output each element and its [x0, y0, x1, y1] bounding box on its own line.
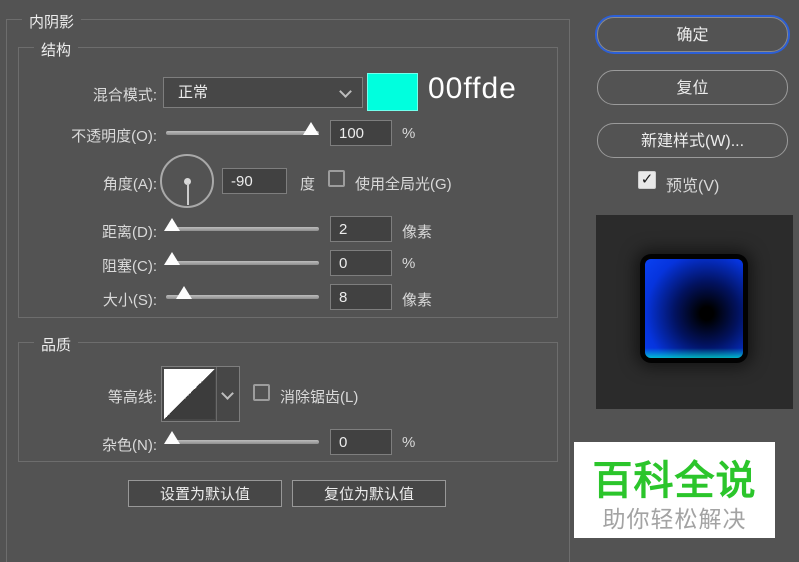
angle-dial[interactable] — [160, 154, 214, 208]
contour-dropdown[interactable] — [216, 367, 240, 421]
opacity-input[interactable] — [330, 120, 392, 146]
use-global-light-checkbox[interactable] — [328, 170, 345, 187]
angle-dial-pointer — [187, 183, 189, 205]
choke-input[interactable] — [330, 250, 392, 276]
choke-slider-track[interactable] — [166, 261, 319, 265]
inner-shadow-dialog: 内阴影 结构 混合模式: 正常 00ffde 不透明度(O): % 角度(A):… — [0, 0, 799, 562]
chevron-down-icon — [221, 387, 234, 400]
dialog-title: 内阴影 — [22, 11, 82, 32]
contour-thumbnail — [164, 369, 215, 419]
reset-button[interactable]: 复位 — [597, 70, 788, 105]
anti-alias-checkbox[interactable] — [253, 384, 270, 401]
choke-label: 阻塞(C): — [102, 258, 157, 275]
opacity-unit: % — [402, 125, 416, 142]
blend-mode-label: 混合模式: — [92, 87, 157, 104]
distance-input[interactable] — [330, 216, 392, 242]
color-hex-text: 00ffde — [428, 72, 517, 105]
shadow-color-swatch[interactable] — [367, 73, 418, 111]
preview-shape — [645, 259, 743, 358]
banner-title: 百科全说 — [592, 459, 757, 503]
blend-mode-select[interactable]: 正常 — [163, 77, 363, 108]
angle-unit: 度 — [300, 176, 316, 193]
use-global-light-label: 使用全局光(G) — [355, 176, 452, 193]
choke-unit: % — [402, 255, 416, 272]
size-label: 大小(S): — [102, 292, 157, 309]
banner-subtitle: 助你轻松解决 — [602, 506, 747, 532]
contour-picker[interactable] — [161, 366, 240, 422]
set-default-button[interactable]: 设置为默认值 — [128, 480, 282, 507]
noise-label: 杂色(N): — [102, 437, 157, 454]
noise-input[interactable] — [330, 429, 392, 455]
reset-default-button[interactable]: 复位为默认值 — [292, 480, 446, 507]
angle-input[interactable] — [222, 168, 287, 194]
blend-mode-value: 正常 — [178, 84, 209, 101]
size-input[interactable] — [330, 284, 392, 310]
noise-slider-track[interactable] — [166, 440, 319, 444]
chevron-down-icon — [339, 85, 352, 98]
preview-checkbox[interactable]: ✓ — [638, 171, 656, 189]
watermark-banner: 百科全说 助你轻松解决 — [574, 442, 775, 538]
preview-checkbox-label: 预览(V) — [666, 178, 720, 195]
angle-label: 角度(A): — [102, 176, 157, 193]
opacity-slider-track[interactable] — [166, 131, 319, 135]
contour-label: 等高线: — [107, 389, 157, 406]
distance-label: 距离(D): — [102, 224, 157, 241]
noise-unit: % — [402, 434, 416, 451]
new-style-button[interactable]: 新建样式(W)... — [597, 123, 788, 158]
quality-group-label: 品质 — [34, 334, 79, 355]
structure-group-label: 结构 — [34, 39, 79, 60]
anti-alias-label: 消除锯齿(L) — [280, 389, 359, 406]
opacity-label: 不透明度(O): — [71, 128, 157, 145]
ok-button[interactable]: 确定 — [597, 17, 788, 52]
distance-slider-track[interactable] — [166, 227, 319, 231]
distance-unit: 像素 — [402, 224, 433, 241]
size-unit: 像素 — [402, 292, 433, 309]
style-preview-panel — [596, 215, 793, 409]
